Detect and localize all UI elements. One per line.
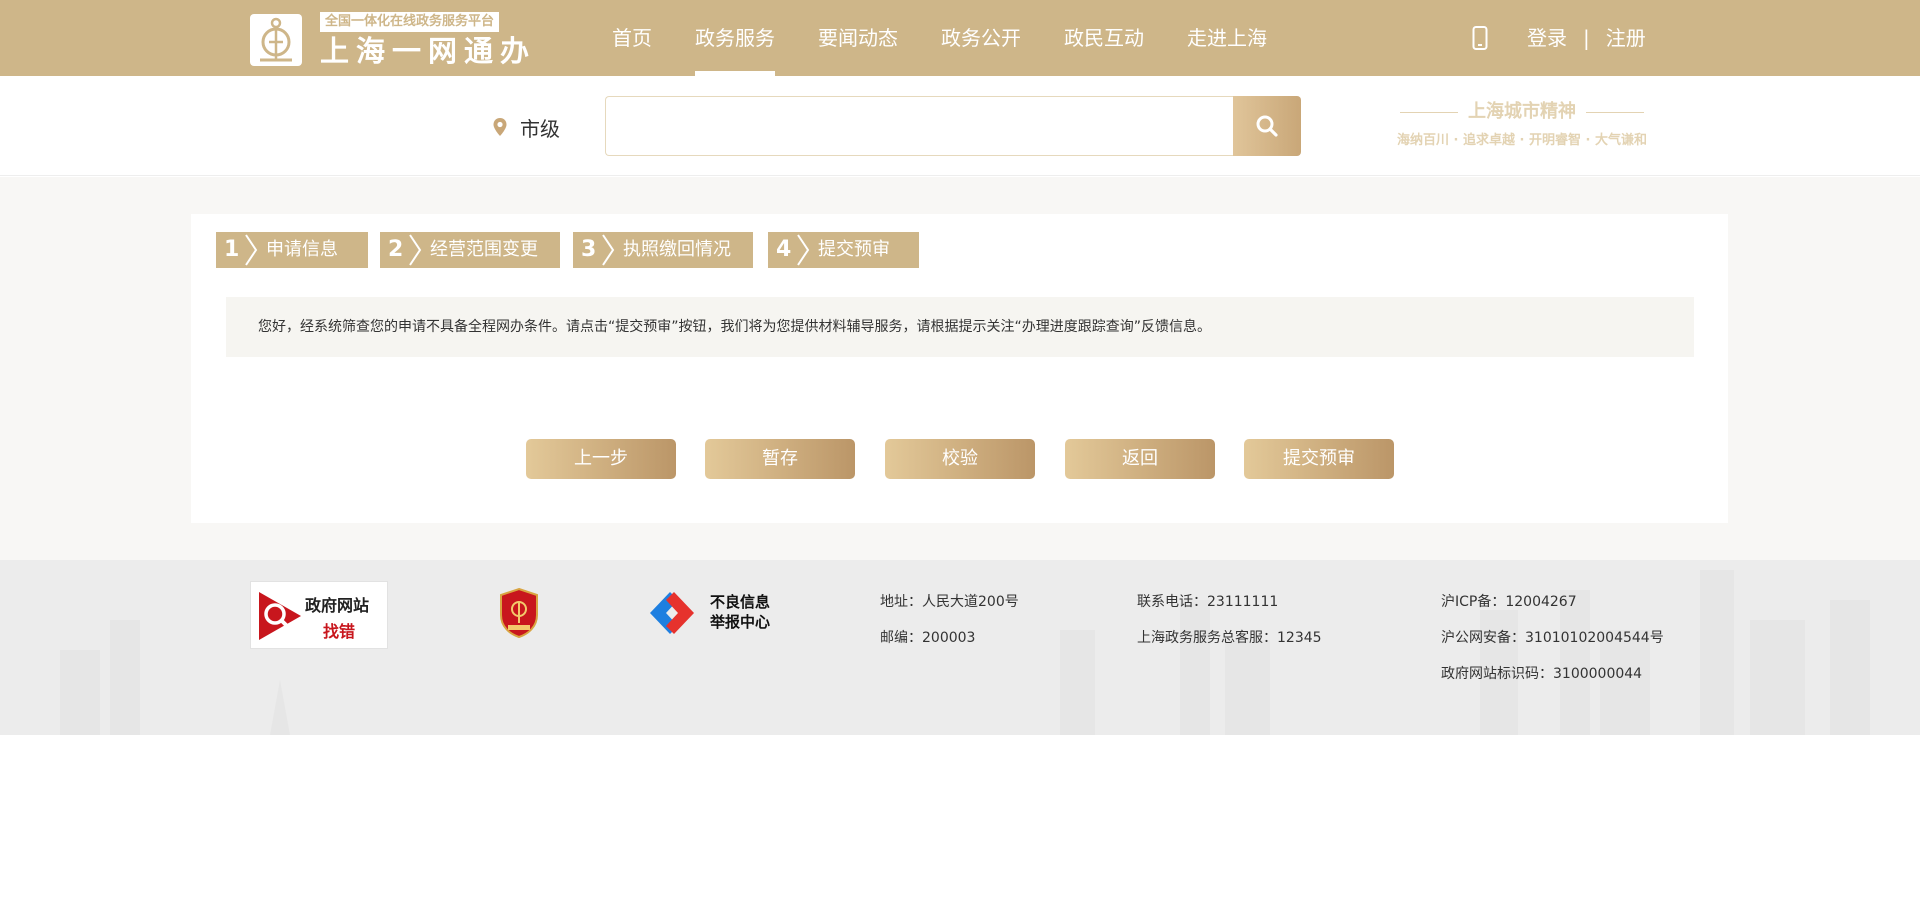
search-icon	[1256, 115, 1278, 137]
chevron-right-icon	[245, 234, 258, 266]
auth-links: 登录 | 注册	[1527, 0, 1646, 76]
back-button[interactable]: 返回	[1065, 439, 1215, 479]
step-label: 执照缴回情况	[623, 239, 731, 260]
footer-postcode: 邮编：200003	[880, 630, 976, 646]
footer-phone: 联系电话：23111111	[1137, 594, 1279, 610]
main-nav: 首页 政务服务 要闻动态 政务公开 政民互动 走进上海	[612, 0, 1310, 76]
step-number: 4	[776, 237, 792, 262]
logo-title: 上海一网通办	[320, 34, 537, 68]
search-button[interactable]	[1233, 96, 1301, 156]
city-spirit-title: 上海城市精神	[1372, 100, 1672, 124]
footer-police-record[interactable]: 沪公网安备：31010102004544号	[1441, 628, 1664, 648]
step-2: 2 经营范围变更	[380, 232, 560, 268]
nav-about-shanghai[interactable]: 走进上海	[1187, 0, 1267, 76]
step-number: 3	[581, 237, 597, 262]
nav-gov-services[interactable]: 政务服务	[695, 0, 775, 76]
gov-site-error-report-badge[interactable]: 政府网站 找错	[250, 581, 388, 649]
auth-separator: |	[1583, 26, 1590, 50]
magnifier-flag-icon	[259, 592, 301, 640]
nav-news[interactable]: 要闻动态	[818, 0, 898, 76]
search-input[interactable]	[605, 96, 1234, 156]
chevron-right-icon	[797, 234, 810, 266]
footer-hotline: 上海政务服务总客服：12345	[1137, 630, 1322, 646]
step-4: 4 提交预审	[768, 232, 919, 268]
footer-icp-record[interactable]: 沪ICP备：12004267	[1441, 592, 1577, 612]
party-gov-emblem-icon[interactable]	[497, 587, 541, 639]
step-label: 提交预审	[818, 239, 890, 260]
register-link[interactable]: 注册	[1606, 0, 1646, 76]
step-label: 申请信息	[266, 239, 338, 260]
top-header: 全国一体化在线政务服务平台 上海一网通办 首页 政务服务 要闻动态 政务公开 政…	[0, 0, 1920, 76]
logo-subtitle: 全国一体化在线政务服务平台	[320, 12, 500, 32]
logo-emblem-icon	[250, 14, 302, 66]
nav-home[interactable]: 首页	[612, 0, 652, 76]
step-number: 1	[224, 237, 240, 262]
city-spirit-subtitle: 海纳百川 · 追求卓越 · 开明睿智 · 大气谦和	[1397, 133, 1647, 148]
site-logo[interactable]: 全国一体化在线政务服务平台 上海一网通办	[250, 12, 530, 68]
page-footer: 政府网站 找错 不良信息 举报中心 地址：人民大道200号 邮编：200003 …	[0, 560, 1920, 735]
location-selector[interactable]: 市级	[520, 113, 560, 142]
step-number: 2	[388, 237, 404, 262]
eligibility-notice: 您好，经系统筛查您的申请不具备全程网办条件。请点击“提交预审”按钮，我们将为您提…	[226, 297, 1694, 357]
footer-site-code: 政府网站标识码：3100000044	[1441, 666, 1643, 682]
report-label-line2: 举报中心	[710, 613, 771, 631]
report-center-logo-icon	[650, 592, 694, 634]
footer-address: 地址：人民大道200号	[880, 594, 1019, 610]
mobile-phone-icon[interactable]	[1472, 26, 1488, 50]
submit-review-button[interactable]: 提交预审	[1244, 439, 1394, 479]
location-pin-icon	[492, 117, 508, 137]
report-label-line1: 不良信息	[710, 593, 771, 611]
find-error-label: 找错	[323, 622, 356, 641]
prev-step-button[interactable]: 上一步	[526, 439, 676, 479]
chevron-right-icon	[409, 234, 422, 266]
chevron-right-icon	[602, 234, 615, 266]
nav-gov-affairs[interactable]: 政务公开	[941, 0, 1021, 76]
step-1: 1 申请信息	[216, 232, 368, 268]
bad-info-report-badge[interactable]: 不良信息 举报中心	[648, 590, 778, 636]
login-link[interactable]: 登录	[1527, 0, 1567, 76]
gov-site-label: 政府网站	[305, 596, 370, 615]
nav-interaction[interactable]: 政民互动	[1064, 0, 1144, 76]
save-draft-button[interactable]: 暂存	[705, 439, 855, 479]
report-center-label: 不良信息 举报中心	[710, 592, 770, 632]
step-label: 经营范围变更	[430, 239, 538, 260]
validate-button[interactable]: 校验	[885, 439, 1035, 479]
step-3: 3 执照缴回情况	[573, 232, 753, 268]
city-spirit-banner: 上海城市精神 海纳百川 · 追求卓越 · 开明睿智 · 大气谦和	[1372, 100, 1672, 160]
